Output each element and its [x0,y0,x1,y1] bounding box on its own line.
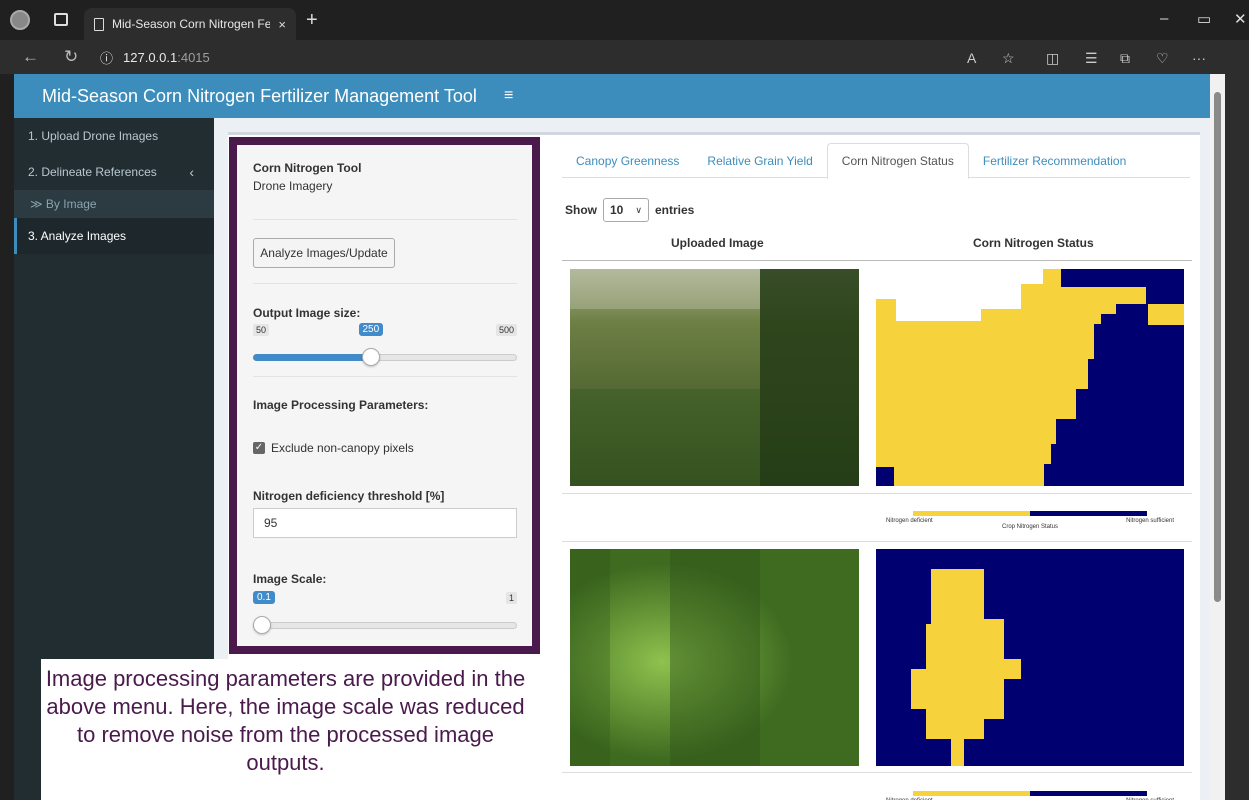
minimize-icon[interactable]: – [1160,10,1168,27]
entries-value: 10 [610,203,624,217]
workspaces-icon[interactable] [54,13,68,26]
slider-handle[interactable] [362,348,380,366]
processing-params-label: Image Processing Parameters: [253,398,429,412]
close-window-icon[interactable]: ✕ [1234,10,1247,28]
slider-max: 1 [505,592,517,604]
result-tabs: Canopy Greenness Relative Grain Yield Co… [562,143,1190,179]
nitrogen-status-map-2 [876,549,1184,766]
uploaded-image-2 [570,549,859,766]
slider-fill [253,354,371,361]
annotation-caption: Image processing parameters are provided… [41,659,530,800]
legend-title: Crop Nitrogen Status [1001,524,1059,530]
sidebar-item-analyze[interactable]: 3. Analyze Images [14,218,214,254]
sidebar-item-upload[interactable]: 1. Upload Drone Images [14,118,214,154]
collections-icon[interactable]: ⧉ [1120,50,1130,67]
checkbox-check-icon[interactable]: ✓ [253,442,265,454]
nitrogen-status-map-1 [876,269,1184,486]
hamburger-icon[interactable]: ≡ [504,87,513,105]
threshold-input[interactable]: 95 [253,508,517,538]
scroll-thumb[interactable] [1214,92,1221,602]
info-icon[interactable]: ⓘ [100,48,113,67]
status-legend: Nitrogen deficient Nitrogen sufficient [876,790,1184,800]
new-tab-icon[interactable]: + [306,9,318,32]
sidebar-item-delineate[interactable]: 2. Delineate References ‹ [14,154,214,190]
tab-fertilizer-recommendation[interactable]: Fertilizer Recommendation [969,143,1140,178]
checkbox-label: Exclude non-canopy pixels [271,441,414,455]
url-host: 127.0.0.1 [123,49,178,65]
row-divider [562,493,1192,494]
back-icon[interactable]: ← [22,47,39,67]
sidebar-item-label: 3. Analyze Images [28,229,127,243]
page-scrollbar[interactable] [1210,74,1225,800]
uploaded-image-1 [570,269,859,486]
browser-sidebar [1225,74,1249,800]
sidebar-subitem-by-image[interactable]: ≫ By Image [14,190,214,218]
url-port: :4015 [177,49,210,65]
analyze-button[interactable]: Analyze Images/Update [253,238,395,268]
browser-tab[interactable]: Mid-Season Corn Nitrogen Ferti × [84,8,296,40]
favorite-icon[interactable]: ☆ [1002,50,1015,67]
app-header: Mid-Season Corn Nitrogen Fertilizer Mana… [14,74,1210,118]
address-bar: ⓘ 127.0.0.1:4015 [0,40,1249,74]
tab-corn-nitrogen-status[interactable]: Corn Nitrogen Status [826,143,969,179]
entries-label: entries [655,203,695,217]
sidebar-item-label: 1. Upload Drone Images [28,129,159,143]
output-size-label: Output Image size: [253,306,361,320]
page-icon [94,17,104,31]
slider-max: 500 [495,324,517,336]
chevron-left-icon: ‹ [189,164,194,180]
read-aloud-icon[interactable]: A [967,50,976,66]
close-tab-icon[interactable]: × [278,17,286,32]
panel-subtitle: Drone Imagery [253,179,333,193]
profile-avatar[interactable] [10,10,30,30]
entries-control: Show 10 ∨ entries [565,198,694,222]
tab-title: Mid-Season Corn Nitrogen Ferti [112,17,271,31]
chevron-down-icon: ∨ [635,204,642,215]
legend-colorbar [913,791,1147,796]
panel-title: Corn Nitrogen Tool [253,161,362,175]
header-divider [562,260,1192,261]
divider [253,376,517,377]
tab-relative-grain-yield[interactable]: Relative Grain Yield [693,143,826,178]
status-legend: Nitrogen deficient Nitrogen sufficient C… [876,510,1184,540]
output-size-slider[interactable]: 50 500 250 [253,323,517,374]
exclude-noncanopy-checkbox[interactable]: ✓ Exclude non-canopy pixels [253,441,414,455]
restore-icon[interactable]: ▭ [1197,10,1211,28]
column-header-uploaded[interactable]: Uploaded Image [671,236,764,250]
sidebar-item-label: 2. Delineate References [28,165,157,179]
row-divider [562,541,1192,542]
split-screen-icon[interactable]: ◫ [1046,50,1059,67]
browser-tab-bar: Mid-Season Corn Nitrogen Ferti × + – ▭ ✕ [0,0,1249,40]
divider [253,219,517,220]
control-panel: Corn Nitrogen Tool Drone Imagery Analyze… [229,137,540,654]
more-icon[interactable]: ··· [1192,50,1206,66]
image-scale-slider[interactable]: 1 0.1 [253,591,517,642]
threshold-label: Nitrogen deficiency threshold [%] [253,489,445,503]
show-label: Show [565,203,597,217]
column-header-status[interactable]: Corn Nitrogen Status [973,236,1094,250]
slider-value: 250 [358,323,384,336]
legend-colorbar [913,511,1147,516]
entries-select[interactable]: 10 ∨ [603,198,649,222]
slider-value: 0.1 [253,591,275,604]
image-scale-label: Image Scale: [253,572,327,586]
tab-canopy-greenness[interactable]: Canopy Greenness [562,143,693,178]
url-field[interactable]: ⓘ 127.0.0.1:4015 [100,45,940,69]
divider [253,283,517,284]
slider-track[interactable] [253,622,517,629]
favorites-list-icon[interactable]: ☰ [1085,50,1098,67]
health-icon[interactable]: ♡ [1156,50,1169,67]
reload-icon[interactable]: ↻ [64,47,78,67]
sidebar-item-label: ≫ By Image [30,197,97,211]
app-title: Mid-Season Corn Nitrogen Fertilizer Mana… [42,85,477,106]
slider-min: 50 [253,324,270,336]
slider-handle[interactable] [253,616,271,634]
row-divider [562,772,1192,773]
